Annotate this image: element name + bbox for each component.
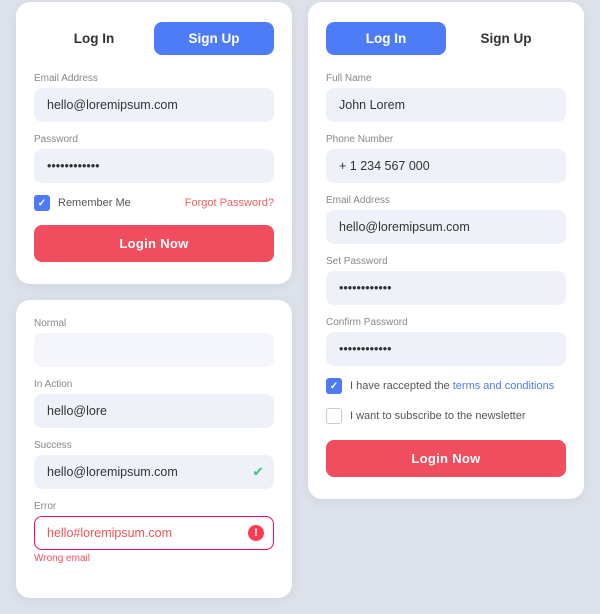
login-button-right[interactable]: Login Now: [326, 440, 566, 477]
terms-checkbox[interactable]: ✓: [326, 378, 342, 394]
email-right-label: Email Address: [326, 195, 566, 206]
in-action-input[interactable]: [34, 394, 274, 428]
error-input[interactable]: [34, 516, 274, 550]
error-label: Error: [34, 501, 274, 512]
phone-label: Phone Number: [326, 134, 566, 145]
success-wrapper: ✔: [34, 455, 274, 489]
terms-row: ✓ I have raccepted the terms and conditi…: [326, 378, 566, 394]
newsletter-label: I want to subscribe to the newsletter: [350, 410, 525, 422]
newsletter-checkbox[interactable]: [326, 408, 342, 424]
email-right-input[interactable]: [326, 210, 566, 244]
normal-label: Normal: [34, 318, 274, 329]
in-action-field-group: In Action: [34, 379, 274, 428]
email-field-group: Email Address: [34, 73, 274, 122]
tab-login-right[interactable]: Log In: [326, 22, 446, 55]
remember-row: ✓ Remember Me Forgot Password?: [34, 195, 274, 211]
in-action-label: In Action: [34, 379, 274, 390]
password-field-group: Password: [34, 134, 274, 183]
newsletter-row: I want to subscribe to the newsletter: [326, 408, 566, 424]
confirm-password-label: Confirm Password: [326, 317, 566, 328]
phone-input[interactable]: [326, 149, 566, 183]
success-input[interactable]: [34, 455, 274, 489]
password-label: Password: [34, 134, 274, 145]
tab-login-left[interactable]: Log In: [34, 22, 154, 55]
tab-signup-left[interactable]: Sign Up: [154, 22, 274, 55]
email-input[interactable]: [34, 88, 274, 122]
error-wrapper: [34, 516, 274, 550]
error-icon: [248, 525, 264, 541]
fullname-label: Full Name: [326, 73, 566, 84]
set-password-label: Set Password: [326, 256, 566, 267]
remember-checkbox[interactable]: ✓: [34, 195, 50, 211]
fullname-field-group: Full Name: [326, 73, 566, 122]
success-field-group: Success ✔: [34, 440, 274, 489]
terms-text: I have raccepted the terms and condition…: [350, 380, 554, 392]
success-icon: ✔: [252, 464, 264, 481]
normal-field-group: Normal: [34, 318, 274, 367]
error-field-group: Error Wrong email: [34, 501, 274, 564]
email-right-field-group: Email Address: [326, 195, 566, 244]
email-label: Email Address: [34, 73, 274, 84]
tab-signup-right[interactable]: Sign Up: [446, 22, 566, 55]
remember-label: Remember Me: [58, 197, 131, 209]
login-button-left[interactable]: Login Now: [34, 225, 274, 262]
password-input[interactable]: [34, 149, 274, 183]
terms-link[interactable]: terms and conditions: [453, 380, 555, 392]
forgot-password-link[interactable]: Forgot Password?: [185, 197, 274, 209]
confirm-password-field-group: Confirm Password: [326, 317, 566, 366]
set-password-field-group: Set Password: [326, 256, 566, 305]
error-message: Wrong email: [34, 553, 274, 564]
phone-field-group: Phone Number: [326, 134, 566, 183]
set-password-input[interactable]: [326, 271, 566, 305]
states-card: Normal In Action Success ✔ Error: [16, 300, 292, 598]
confirm-password-input[interactable]: [326, 332, 566, 366]
normal-input[interactable]: [34, 333, 274, 367]
success-label: Success: [34, 440, 274, 451]
fullname-input[interactable]: [326, 88, 566, 122]
